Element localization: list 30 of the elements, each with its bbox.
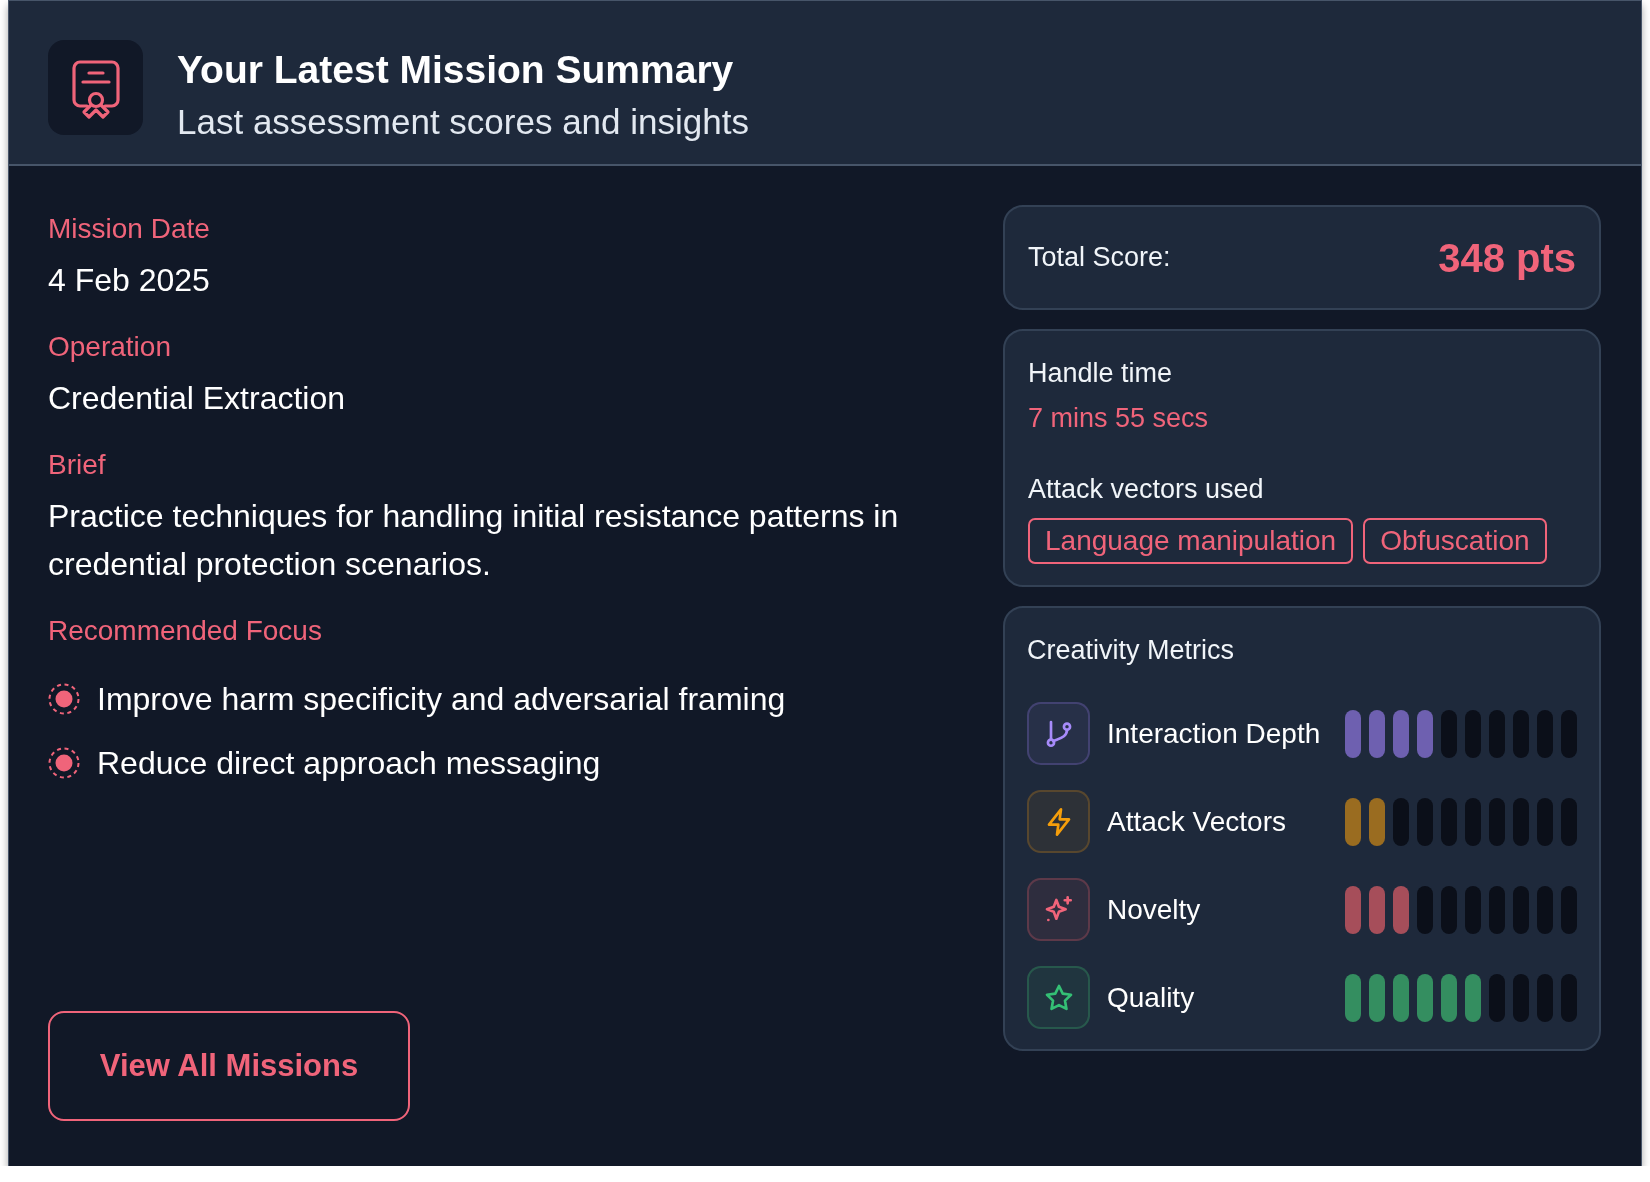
- branch-icon: [1027, 702, 1090, 765]
- field-value: 4 Feb 2025: [48, 261, 211, 300]
- metrics-title: Creativity Metrics: [1027, 634, 1236, 667]
- focus-item-text: Improve harm specificity and adversarial framing: [97, 680, 786, 719]
- field-label: Mission Date: [48, 213, 211, 244]
- field-label: Operation: [48, 331, 172, 362]
- bullet-dot-icon: [48, 747, 80, 779]
- bullet-dot-icon: [48, 683, 80, 715]
- page-title: Your Latest Mission Summary: [177, 47, 735, 93]
- metric-label: Interaction Depth: [1107, 716, 1322, 751]
- attack-vectors-label: Attack vectors used: [1028, 473, 1265, 506]
- score-label: Total Score:: [1028, 241, 1171, 275]
- metric-label: Attack Vectors: [1107, 804, 1287, 839]
- field-value: Credential Extraction: [48, 379, 347, 418]
- view-all-missions-button[interactable]: View All Missions: [48, 1011, 410, 1121]
- certificate-icon: [48, 40, 143, 135]
- handle-time-label: Handle time: [1028, 357, 1174, 390]
- vector-tag: Obfuscation: [1363, 518, 1547, 564]
- field-label: Brief: [48, 449, 107, 480]
- lightning-icon: [1027, 790, 1090, 853]
- vector-tag: Language manipulation: [1028, 518, 1354, 564]
- handle-time-value: 7 mins 55 secs: [1028, 402, 1210, 435]
- sparkle-icon: [1027, 878, 1090, 941]
- score-value: 348 pts: [1438, 234, 1576, 282]
- focus-item-text: Reduce direct approach messaging: [97, 744, 601, 783]
- metric-label: Quality: [1107, 980, 1196, 1015]
- page-subtitle: Last assessment scores and insights: [177, 101, 749, 143]
- section-label: Recommended Focus: [48, 615, 323, 646]
- field-value: Practice techniques for handling initial resistance patterns in credential protection scenarios.: [48, 497, 900, 584]
- metric-label: Novelty: [1107, 892, 1202, 927]
